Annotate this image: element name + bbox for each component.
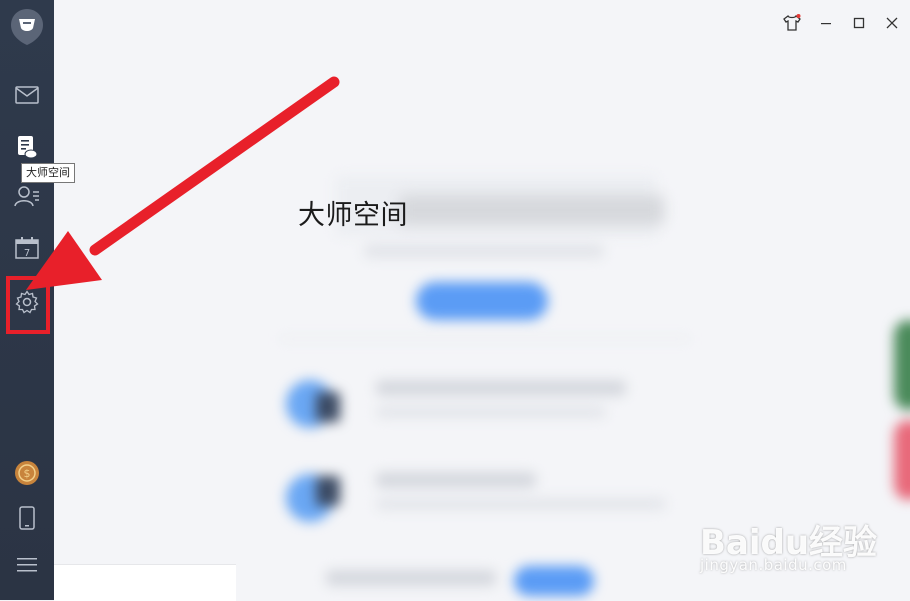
red-arrow-annotation	[26, 76, 340, 290]
baidu-watermark-url: jingyan.baidu.com	[700, 556, 847, 574]
